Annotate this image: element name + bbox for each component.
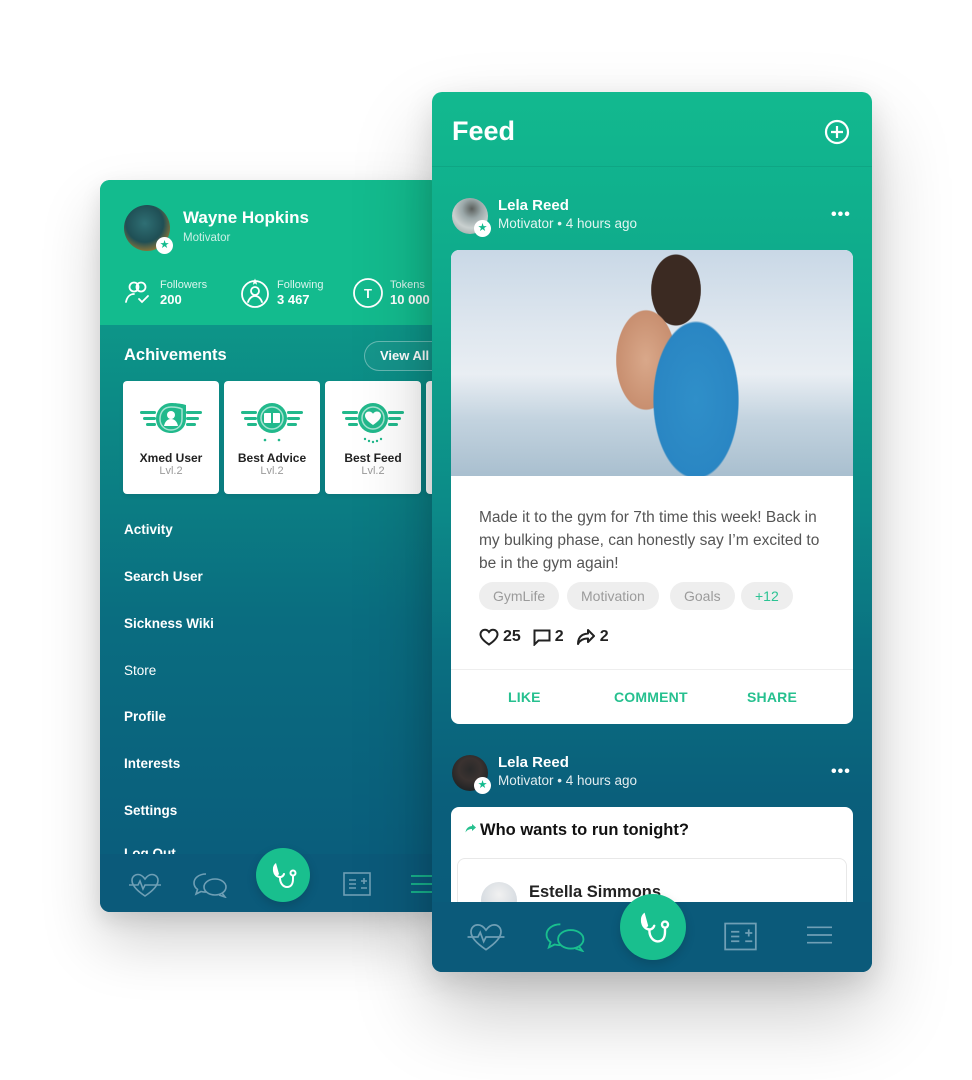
achievement-level: Lvl.2 (260, 465, 284, 477)
avatar[interactable]: ★ (452, 198, 491, 237)
share-count[interactable]: 2 (576, 628, 609, 646)
post-card: Made it to the gym for 7th time this wee… (451, 250, 853, 724)
records-icon[interactable] (724, 922, 757, 951)
user-name[interactable]: Wayne Hopkins (183, 208, 309, 228)
star-icon: ★ (474, 220, 491, 237)
tab-bar (432, 894, 872, 972)
comment-icon (533, 629, 551, 646)
menu-item-search-user[interactable]: Search User (124, 569, 203, 584)
records-icon[interactable] (343, 872, 371, 896)
avatar[interactable]: ★ (124, 205, 173, 254)
star-icon: ★ (474, 777, 491, 794)
like-count[interactable]: 25 (479, 628, 521, 646)
view-all-button[interactable]: View All (364, 341, 440, 371)
plus-circle-icon[interactable] (824, 119, 850, 145)
share-icon (576, 629, 595, 645)
stethoscope-icon (640, 912, 670, 943)
divider (432, 166, 872, 167)
post-image[interactable] (451, 250, 853, 476)
menu-item-activity[interactable]: Activity (124, 522, 173, 537)
achievement-level: Lvl.2 (361, 465, 385, 477)
share-count-value: 2 (599, 628, 609, 645)
token-icon: T (353, 278, 383, 308)
stat-value: 3 467 (277, 291, 310, 307)
tab-bar (100, 848, 440, 912)
star-icon: ★ (156, 237, 173, 254)
heart-badge-icon (342, 403, 404, 444)
achievement-card[interactable]: Best Advice Lvl.2 (224, 381, 320, 494)
tag[interactable]: Goals (670, 582, 735, 610)
comment-count-value: 2 (554, 628, 564, 645)
achievement-card[interactable]: Xmed User Lvl.2 (123, 381, 219, 494)
menu-item-interests[interactable]: Interests (124, 756, 180, 771)
stat-label: Tokens (390, 278, 425, 291)
shared-post-title: Who wants to run tonight? (480, 821, 689, 839)
stat-value: 10 000 (390, 291, 430, 307)
achievement-title: Xmed User (139, 451, 203, 465)
user-badge-icon (140, 403, 202, 433)
like-count-value: 25 (503, 628, 521, 645)
svg-text:T: T (364, 286, 372, 301)
reactions: 25 2 2 (479, 628, 621, 646)
stethoscope-button[interactable] (256, 848, 310, 902)
achievement-card[interactable]: Best Feed Lvl.2 (325, 381, 421, 494)
user-role: Motivator (183, 232, 231, 244)
heart-icon (479, 628, 499, 646)
menu-item-profile[interactable]: Profile (124, 709, 166, 724)
following-icon (241, 278, 269, 308)
stat-tokens[interactable]: T Tokens 10 000 (352, 277, 430, 309)
more-options-icon[interactable]: ••• (831, 763, 851, 781)
heart-rate-icon[interactable] (466, 922, 506, 952)
heart-rate-icon[interactable] (128, 872, 162, 898)
like-button[interactable]: LIKE (508, 689, 541, 705)
post-author[interactable]: Lela Reed (498, 754, 569, 771)
stethoscope-icon (272, 863, 297, 889)
achievements-title: Achivements (124, 346, 227, 364)
avatar[interactable]: ★ (452, 755, 491, 794)
chat-icon[interactable] (192, 872, 228, 898)
achievement-level: Lvl.2 (159, 465, 183, 477)
stat-following[interactable]: Following 3 467 (239, 277, 323, 309)
profile-header: ★ Wayne Hopkins Motivator Followers 200 … (100, 180, 440, 325)
post-author[interactable]: Lela Reed (498, 197, 569, 214)
menu-item-settings[interactable]: Settings (124, 803, 177, 818)
shared-icon (465, 824, 476, 833)
stat-value: 200 (160, 291, 182, 307)
feed-screen: Feed ★ Lela Reed Motivator • 4 hours ago… (432, 92, 872, 972)
menu-screen: ★ Wayne Hopkins Motivator Followers 200 … (100, 180, 440, 912)
comment-button[interactable]: COMMENT (614, 689, 688, 705)
tag[interactable]: Motivation (567, 582, 659, 610)
share-button[interactable]: SHARE (747, 689, 797, 705)
tag[interactable]: GymLife (479, 582, 560, 610)
followers-icon (125, 281, 149, 304)
advice-badge-icon (241, 403, 303, 442)
comment-count[interactable]: 2 (533, 628, 564, 646)
achievement-title: Best Feed (344, 451, 402, 465)
menu-icon[interactable] (807, 925, 832, 945)
post-meta: Motivator • 4 hours ago (498, 216, 638, 231)
stat-label: Following (277, 278, 324, 291)
achievement-title: Best Advice (237, 451, 307, 465)
chat-icon[interactable] (544, 922, 586, 952)
post-meta: Motivator • 4 hours ago (498, 773, 638, 788)
more-options-icon[interactable]: ••• (831, 206, 851, 224)
stat-followers[interactable]: Followers 200 (122, 277, 207, 309)
divider (451, 669, 853, 670)
post-text: Made it to the gym for 7th time this wee… (479, 509, 820, 572)
page-title: Feed (452, 116, 516, 146)
menu-item-sickness-wiki[interactable]: Sickness Wiki (124, 616, 214, 631)
more-tags[interactable]: +12 (741, 582, 793, 610)
stethoscope-button[interactable] (620, 894, 686, 960)
stat-label: Followers (160, 278, 208, 291)
menu-item-store[interactable]: Store (124, 663, 156, 678)
